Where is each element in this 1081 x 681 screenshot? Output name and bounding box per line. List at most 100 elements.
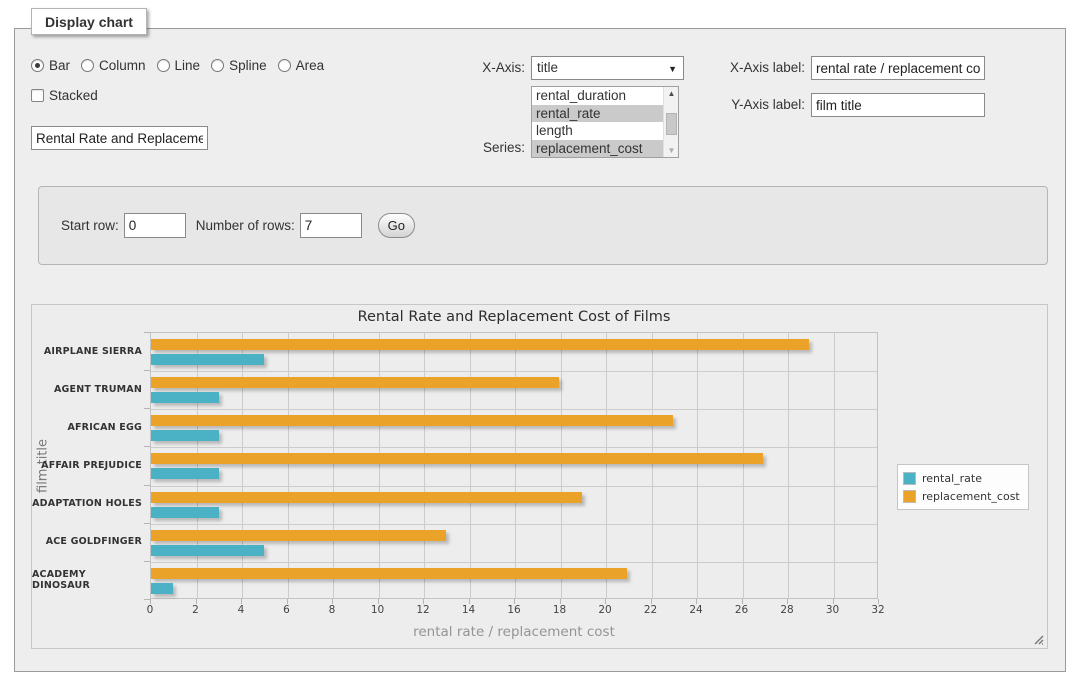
x-tick-label: 30	[813, 604, 853, 616]
gridline-vertical	[515, 333, 516, 598]
bar-rental_rate-3	[151, 468, 219, 479]
y-tick-mark	[144, 408, 150, 409]
bar-rental_rate-6	[151, 583, 173, 594]
start-row-input[interactable]	[124, 213, 186, 238]
chart-title-input[interactable]	[31, 126, 208, 150]
y-axis-label-label: Y-Axis label:	[711, 97, 805, 112]
x-tick-label: 28	[767, 604, 807, 616]
x-tick-label: 8	[312, 604, 352, 616]
x-tick-label: 12	[403, 604, 443, 616]
bar-rental_rate-5	[151, 545, 264, 556]
y-tick-mark	[144, 370, 150, 371]
stacked-checkbox[interactable]	[31, 89, 44, 102]
series-listbox-label: Series:	[435, 140, 525, 155]
gridline-horizontal	[151, 371, 877, 372]
x-axis-select[interactable]: title ▼	[531, 56, 684, 80]
radio-label: Bar	[49, 58, 70, 73]
gridline-vertical	[606, 333, 607, 598]
chart-type-option-area[interactable]: Area	[278, 58, 325, 73]
row-range-panel: Start row: Number of rows: Go	[38, 186, 1048, 265]
x-tick-label: 14	[449, 604, 489, 616]
gridline-horizontal	[151, 524, 877, 525]
y-axis-label-input[interactable]	[811, 93, 985, 117]
display-chart-panel: Display chart BarColumnLineSplineArea St…	[14, 28, 1066, 672]
category-label: ACE GOLDFINGER	[32, 523, 142, 561]
chart-panel: Rental Rate and Replacement Cost of Film…	[31, 304, 1048, 649]
gridline-horizontal	[151, 486, 877, 487]
category-label: ADAPTATION HOLES	[32, 485, 142, 523]
gridline-vertical	[333, 333, 334, 598]
category-label: AFFAIR PREJUDICE	[32, 446, 142, 484]
chart-type-option-spline[interactable]: Spline	[211, 58, 267, 73]
legend-entry-rental_rate: rental_rate	[903, 469, 1020, 487]
series-listbox[interactable]: rental_durationrental_ratelengthreplacem…	[531, 86, 679, 158]
y-tick-mark	[144, 561, 150, 562]
num-rows-label: Number of rows:	[196, 218, 295, 233]
y-tick-mark	[144, 446, 150, 447]
gridline-horizontal	[151, 562, 877, 563]
series-option-rental_rate[interactable]: rental_rate	[532, 105, 663, 123]
series-option-rental_duration[interactable]: rental_duration	[532, 87, 663, 105]
x-tick-label: 10	[358, 604, 398, 616]
gridline-horizontal	[151, 409, 877, 410]
x-tick-label: 2	[176, 604, 216, 616]
bar-replacement_cost-5	[151, 530, 446, 541]
radio-label: Column	[99, 58, 146, 73]
chart-type-radiogroup: Bar Column Line Spline Area	[31, 56, 335, 74]
go-button[interactable]: Go	[378, 213, 415, 238]
radio-label: Area	[296, 58, 325, 73]
radio-area[interactable]	[278, 59, 291, 72]
radio-line[interactable]	[157, 59, 170, 72]
chart-type-option-bar[interactable]: Bar	[31, 58, 70, 73]
scrollbar-thumb[interactable]	[666, 113, 677, 135]
gridline-vertical	[242, 333, 243, 598]
resize-grip-icon[interactable]	[1032, 633, 1044, 645]
y-tick-mark	[144, 485, 150, 486]
x-tick-label: 20	[585, 604, 625, 616]
bar-rental_rate-1	[151, 392, 219, 403]
bar-rental_rate-4	[151, 507, 219, 518]
listbox-scrollbar[interactable]: ▲ ▼	[663, 87, 678, 157]
radio-bar[interactable]	[31, 59, 44, 72]
bar-replacement_cost-0	[151, 339, 809, 350]
chart-type-option-line[interactable]: Line	[157, 58, 201, 73]
legend-entry-replacement_cost: replacement_cost	[903, 487, 1020, 505]
y-tick-mark	[144, 523, 150, 524]
gridline-vertical	[652, 333, 653, 598]
x-axis-select-label: X-Axis:	[435, 60, 525, 75]
chevron-down-icon: ▼	[668, 65, 677, 73]
gridline-vertical	[197, 333, 198, 598]
num-rows-input[interactable]	[300, 213, 362, 238]
gridline-vertical	[561, 333, 562, 598]
series-option-replacement_cost[interactable]: replacement_cost	[532, 140, 663, 158]
gridline-vertical	[788, 333, 789, 598]
radio-spline[interactable]	[211, 59, 224, 72]
x-axis-label-input[interactable]	[811, 56, 985, 80]
bar-replacement_cost-1	[151, 377, 559, 388]
x-tick-label: 26	[722, 604, 762, 616]
stacked-label: Stacked	[49, 88, 98, 103]
x-axis-label-label: X-Axis label:	[711, 60, 805, 75]
x-tick-label: 24	[676, 604, 716, 616]
stacked-option[interactable]: Stacked	[31, 88, 98, 103]
gridline-vertical	[470, 333, 471, 598]
bar-rental_rate-0	[151, 354, 264, 365]
bar-rental_rate-2	[151, 430, 219, 441]
gridline-vertical	[743, 333, 744, 598]
x-tick-label: 32	[858, 604, 898, 616]
legend-label: replacement_cost	[922, 490, 1020, 503]
chart-type-option-column[interactable]: Column	[81, 58, 146, 73]
chart-plot-area	[150, 332, 878, 599]
series-option-length[interactable]: length	[532, 122, 663, 140]
radio-column[interactable]	[81, 59, 94, 72]
scroll-up-icon[interactable]: ▲	[664, 87, 679, 100]
scroll-down-icon[interactable]: ▼	[664, 144, 679, 157]
radio-label: Line	[175, 58, 201, 73]
legend-swatch-replacement_cost	[903, 490, 916, 503]
legend-label: rental_rate	[922, 472, 982, 485]
radio-label: Spline	[229, 58, 267, 73]
bar-replacement_cost-6	[151, 568, 627, 579]
bar-replacement_cost-2	[151, 415, 673, 426]
gridline-vertical	[834, 333, 835, 598]
gridline-vertical	[288, 333, 289, 598]
